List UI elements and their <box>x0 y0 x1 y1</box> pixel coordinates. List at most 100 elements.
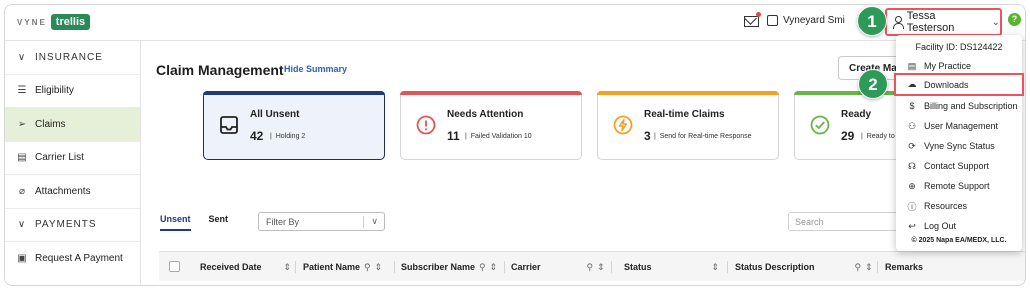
page-title: Claim Management <box>156 62 284 78</box>
divider <box>877 261 878 273</box>
column-carrier[interactable]: Carrier ⚲ ⇕ <box>511 262 605 273</box>
chevron-down-icon: ⌄ <box>991 16 1000 28</box>
menu-item-label: Vyne Sync Status <box>924 141 995 151</box>
card-real-time-claims[interactable]: Real-time Claims 3 | Send for Real-time … <box>597 91 779 160</box>
sidebar-item-label: Carrier List <box>35 152 84 164</box>
chevron-down-icon: ∨ <box>17 219 27 231</box>
sidebar-item-request-payment[interactable]: ▣ Request A Payment <box>5 242 140 276</box>
sidebar-item-label: Eligibility <box>35 85 74 97</box>
hide-summary-link[interactable]: Hide Summary <box>284 64 347 74</box>
sidebar-item-label: Attachments <box>35 185 91 197</box>
sort-icon[interactable]: ⇕ <box>490 262 498 272</box>
card-accent <box>597 91 779 95</box>
menu-item-billing[interactable]: $ Billing and Subscription <box>896 96 1022 116</box>
card-accent <box>400 91 582 95</box>
menu-item-user-management[interactable]: ⚇ User Management <box>896 116 1022 136</box>
inbox-icon <box>220 116 238 134</box>
menu-item-label: Remote Support <box>924 181 990 191</box>
chevron-down-icon: ∨ <box>371 216 378 226</box>
menu-item-vyne-sync[interactable]: ⟳ Vyne Sync Status <box>896 136 1022 156</box>
filter-select[interactable]: Filter By ∨ <box>258 212 385 231</box>
check-icon <box>810 115 830 135</box>
paperclip-icon: ⌀ <box>18 185 26 197</box>
card-accent <box>203 91 385 95</box>
divider <box>504 261 505 273</box>
divider <box>727 261 728 273</box>
card-needs-attention[interactable]: Needs Attention 11 | Failed Validation 1… <box>400 91 582 160</box>
card-ready[interactable]: Ready 29 | Ready to S <box>794 91 904 160</box>
column-remarks[interactable]: Remarks <box>885 262 923 272</box>
menu-item-log-out[interactable]: ↩ Log Out <box>896 216 1022 236</box>
card-title: Real-time Claims <box>644 109 725 120</box>
search-icon[interactable]: ⚲ <box>855 262 862 272</box>
search-icon[interactable]: ⚲ <box>587 262 594 272</box>
sidebar-item-label: Claims <box>35 118 66 130</box>
menu-item-downloads[interactable]: ☁ Downloads <box>894 73 1024 96</box>
table-header: Received Date ⇕ Patient Name ⚲ ⇕ Subscriber… <box>159 251 1025 281</box>
eligibility-icon: ☰ <box>17 85 27 97</box>
filter-placeholder: Filter By <box>266 217 300 227</box>
sidebar-item-claims[interactable]: ➢ Claims <box>5 108 140 142</box>
copyright-text: © 2025 Napa EA/MEDX, LLC. <box>911 237 1007 244</box>
menu-item-label: Downloads <box>924 79 969 90</box>
step-callout-1: 1 <box>857 6 887 36</box>
sort-icon[interactable]: ⇕ <box>375 262 383 272</box>
menu-item-contact-support[interactable]: ☊ Contact Support <box>896 156 1022 176</box>
info-icon: ⓘ <box>907 201 917 212</box>
headset-icon: ☊ <box>908 160 916 171</box>
mail-icon[interactable] <box>744 16 759 27</box>
sidebar-section-payments[interactable]: ∨ PAYMENTS <box>5 209 140 242</box>
card-title: Ready <box>841 109 872 120</box>
sidebar-item-attachments[interactable]: ⌀ Attachments <box>5 175 140 209</box>
search-icon[interactable]: ⚲ <box>479 262 486 272</box>
divider <box>363 216 364 228</box>
claim-tabs: Unsent Sent <box>160 214 246 231</box>
menu-item-label: Contact Support <box>924 161 990 171</box>
practice-icon <box>767 15 778 26</box>
column-received-date[interactable]: Received Date ⇕ <box>200 262 291 273</box>
sort-icon[interactable]: ⇕ <box>284 262 292 272</box>
sort-icon[interactable]: ⇕ <box>865 262 873 272</box>
tab-sent[interactable]: Sent <box>209 214 229 231</box>
card-subtext: | Send for Real-time Response <box>654 133 752 140</box>
sidebar-item-carrier-list[interactable]: ▤ Carrier List <box>5 142 140 175</box>
menu-item-label: Resources <box>924 201 968 211</box>
column-status-description[interactable]: Status Description ⚲ ⇕ <box>735 262 873 273</box>
column-patient-name[interactable]: Patient Name ⚲ ⇕ <box>303 262 382 273</box>
sidebar: ∨ INSURANCE ☰ Eligibility ➢ Claims ▤ Car… <box>5 41 141 285</box>
user-menu-button[interactable]: Tessa Testerson ⌄ <box>885 8 1002 36</box>
column-subscriber-name[interactable]: Subscriber Name ⚲ ⇕ <box>401 262 497 273</box>
sidebar-section-insurance[interactable]: ∨ INSURANCE <box>5 41 140 75</box>
menu-item-resources[interactable]: ⓘ Resources <box>896 196 1022 216</box>
help-icon[interactable]: ? <box>1008 13 1021 26</box>
sidebar-item-label: PAYMENTS <box>35 219 97 231</box>
sync-icon: ⟳ <box>908 140 916 151</box>
user-icon <box>893 16 904 29</box>
column-status[interactable]: Status ⇕ <box>624 262 719 273</box>
receipt-icon: ▣ <box>17 253 27 265</box>
select-all-checkbox[interactable] <box>169 261 180 272</box>
card-subtext: | Failed Validation 10 <box>465 133 532 140</box>
logo-prefix: VYNE <box>17 17 47 27</box>
divider <box>295 261 296 273</box>
logo[interactable]: VYNE trellis <box>17 14 91 30</box>
sidebar-item-eligibility[interactable]: ☰ Eligibility <box>5 75 140 108</box>
menu-item-remote-support[interactable]: ⊕ Remote Support <box>896 176 1022 196</box>
practice-selector[interactable]: Vyneyard Smi <box>767 15 845 26</box>
card-all-unsent[interactable]: All Unsent 42 | Holding 2 <box>203 91 385 160</box>
search-icon[interactable]: ⚲ <box>364 262 371 272</box>
card-count: 29 <box>841 129 855 143</box>
card-accent <box>794 91 904 95</box>
step-callout-2: 2 <box>858 69 888 99</box>
card-count: 42 <box>250 129 264 143</box>
card-title: All Unsent <box>250 109 300 120</box>
practice-name: Vyneyard Smi <box>783 15 845 26</box>
sort-icon[interactable]: ⇕ <box>597 262 605 272</box>
list-icon: ▤ <box>17 152 27 164</box>
sidebar-item-label: Request A Payment <box>35 253 123 265</box>
notification-dot <box>756 12 761 17</box>
send-icon: ➢ <box>17 118 27 130</box>
card-title: Needs Attention <box>447 109 524 120</box>
tab-unsent[interactable]: Unsent <box>160 214 191 231</box>
sort-icon[interactable]: ⇕ <box>712 262 720 272</box>
